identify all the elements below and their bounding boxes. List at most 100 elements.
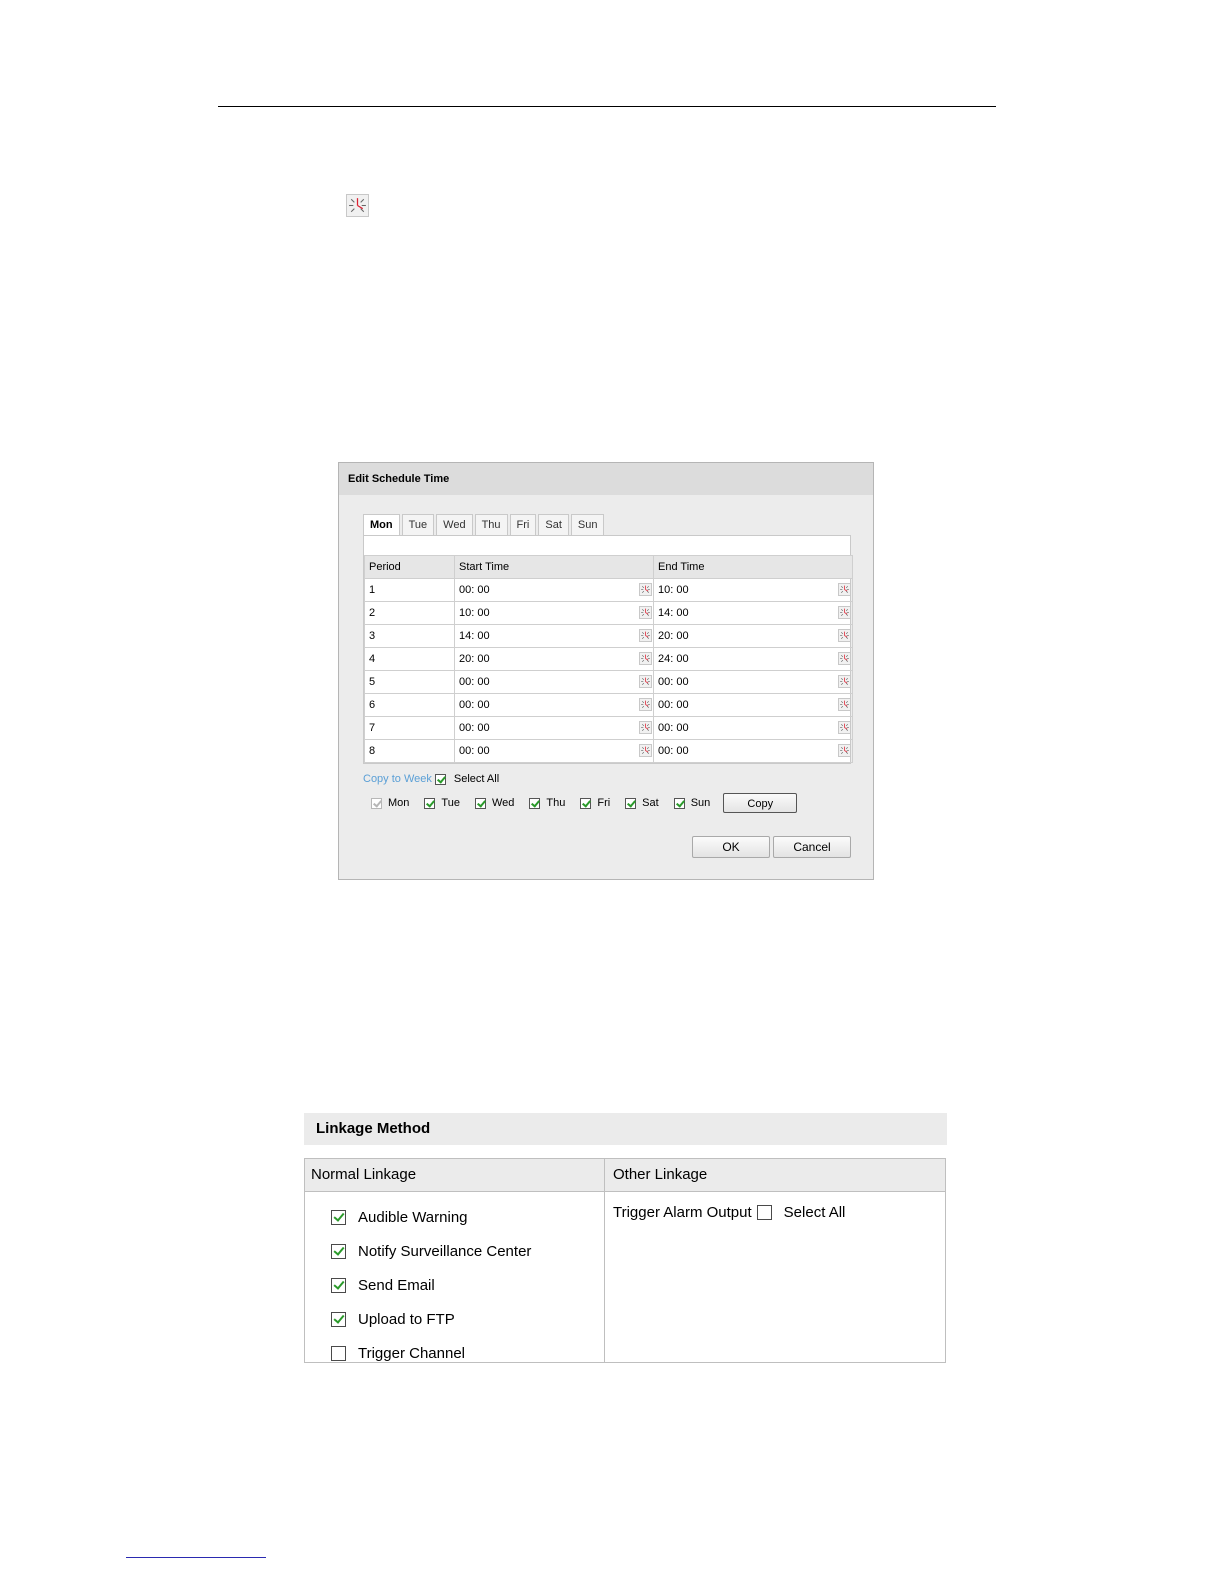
day-checkbox-wed[interactable] — [474, 797, 486, 809]
end-time-cell[interactable]: 00: 00 — [653, 670, 853, 694]
start-time-cell[interactable]: 00: 00 — [454, 578, 654, 602]
end-time-cell[interactable]: 20: 00 — [653, 624, 853, 648]
linkage-table: Normal Linkage Other Linkage Audible War… — [304, 1158, 946, 1363]
day-checkbox-thu[interactable] — [529, 797, 541, 809]
end-time-value: 00: 00 — [658, 745, 689, 757]
end-time-cell[interactable]: 00: 00 — [653, 716, 853, 740]
start-time-cell[interactable]: 00: 00 — [454, 693, 654, 717]
list-item: Send Email — [319, 1268, 604, 1302]
clock-icon[interactable] — [838, 629, 851, 642]
ok-button[interactable]: OK — [692, 836, 770, 858]
clock-icon[interactable] — [838, 606, 851, 619]
start-time-value: 00: 00 — [459, 722, 490, 734]
end-time-value: 00: 00 — [658, 676, 689, 688]
table-row: 2 10: 00 14: 00 — [364, 601, 853, 625]
tab-sat[interactable]: Sat — [538, 514, 569, 535]
start-time-value: 00: 00 — [459, 699, 490, 711]
start-time-cell[interactable]: 14: 00 — [454, 624, 654, 648]
period-cell: 8 — [364, 739, 455, 763]
clock-icon[interactable] — [639, 698, 652, 711]
column-header-start-time: Start Time — [454, 555, 654, 579]
copy-day-fri: Fri — [574, 797, 610, 809]
clock-icon[interactable] — [838, 652, 851, 665]
table-row: 1 00: 00 10: 00 — [364, 578, 853, 602]
tab-thu[interactable]: Thu — [474, 514, 508, 535]
clock-icon[interactable] — [838, 675, 851, 688]
end-time-cell[interactable]: 00: 00 — [653, 739, 853, 763]
clock-icon[interactable] — [639, 652, 652, 665]
linkage-checkbox[interactable] — [331, 1345, 346, 1361]
select-all-label: Select All — [453, 773, 500, 785]
end-time-value: 10: 00 — [658, 584, 689, 596]
end-time-cell[interactable]: 14: 00 — [653, 601, 853, 625]
start-time-cell[interactable]: 00: 00 — [454, 716, 654, 740]
day-checkbox-sun[interactable] — [673, 797, 685, 809]
tab-fri[interactable]: Fri — [509, 514, 537, 535]
start-time-cell[interactable]: 10: 00 — [454, 601, 654, 625]
end-time-value: 24: 00 — [658, 653, 689, 665]
clock-icon[interactable] — [639, 606, 652, 619]
schedule-panel: Period Start Time End Time 1 00: 00 10: 00… — [363, 535, 853, 764]
start-time-cell[interactable]: 00: 00 — [454, 739, 654, 763]
period-cell: 3 — [364, 624, 455, 648]
day-label: Sun — [690, 797, 711, 809]
tab-tue[interactable]: Tue — [401, 514, 435, 535]
linkage-checkbox[interactable] — [331, 1277, 346, 1293]
end-time-cell[interactable]: 24: 00 — [653, 647, 853, 671]
day-label: Sat — [642, 797, 659, 809]
table-row: 7 00: 00 00: 00 — [364, 716, 853, 740]
clock-icon[interactable] — [639, 629, 652, 642]
select-all-checkbox[interactable] — [434, 773, 446, 785]
copy-day-mon: Mon — [365, 797, 409, 809]
end-time-cell[interactable]: 10: 00 — [653, 578, 853, 602]
start-time-value: 20: 00 — [459, 653, 490, 665]
cancel-button[interactable]: Cancel — [773, 836, 851, 858]
linkage-checkbox[interactable] — [331, 1243, 346, 1259]
clock-icon[interactable] — [639, 675, 652, 688]
linkage-checkbox[interactable] — [331, 1311, 346, 1327]
start-time-cell[interactable]: 00: 00 — [454, 670, 654, 694]
tab-wed[interactable]: Wed — [436, 514, 473, 535]
period-cell: 4 — [364, 647, 455, 671]
clock-icon[interactable] — [639, 721, 652, 734]
copy-to-week-link[interactable]: Copy to Week — [363, 773, 432, 785]
start-time-value: 00: 00 — [459, 584, 490, 596]
clock-icon[interactable] — [838, 721, 851, 734]
end-time-cell[interactable]: 00: 00 — [653, 693, 853, 717]
normal-linkage-header: Normal Linkage — [305, 1159, 605, 1191]
linkage-checkbox[interactable] — [331, 1209, 346, 1225]
edit-schedule-dialog: Edit Schedule Time Mon Tue Wed Thu Fri Sat Sun… — [338, 462, 874, 880]
tab-sun[interactable]: Sun — [570, 514, 605, 535]
clock-icon[interactable] — [639, 744, 652, 757]
trigger-alarm-select-all-checkbox[interactable] — [756, 1205, 772, 1220]
column-header-end-time: End Time — [653, 555, 853, 579]
clock-icon[interactable] — [838, 744, 851, 757]
copy-day-sun: Sun — [668, 797, 711, 809]
list-item: Upload to FTP — [319, 1302, 604, 1336]
table-row: 6 00: 00 00: 00 — [364, 693, 853, 717]
copy-days-row: Mon Tue Wed Thu Fri Sat Sun Copy — [365, 793, 798, 813]
tab-mon[interactable]: Mon — [363, 514, 400, 535]
table-row: 4 20: 00 24: 00 — [364, 647, 853, 671]
copy-to-week-row: Copy to Week Select All — [363, 773, 499, 785]
start-time-cell[interactable]: 20: 00 — [454, 647, 654, 671]
clock-icon[interactable] — [838, 583, 851, 596]
day-label: Tue — [441, 797, 460, 809]
period-cell: 6 — [364, 693, 455, 717]
start-time-value: 00: 00 — [459, 676, 490, 688]
day-checkbox-fri[interactable] — [580, 797, 592, 809]
day-checkbox-sat[interactable] — [625, 797, 637, 809]
clock-icon[interactable] — [639, 583, 652, 596]
day-checkbox-tue[interactable] — [424, 797, 436, 809]
normal-linkage-list: Audible Warning Notify Surveillance Cente… — [305, 1192, 605, 1363]
linkage-label: Trigger Channel — [358, 1344, 465, 1362]
clock-icon[interactable] — [838, 698, 851, 711]
linkage-label: Notify Surveillance Center — [358, 1242, 532, 1260]
copy-button[interactable]: Copy — [723, 793, 798, 813]
copy-day-tue: Tue — [418, 797, 460, 809]
table-row: 3 14: 00 20: 00 — [364, 624, 853, 648]
start-time-value: 10: 00 — [459, 607, 490, 619]
table-row: 5 00: 00 00: 00 — [364, 670, 853, 694]
linkage-method-title: Linkage Method — [304, 1113, 947, 1145]
end-time-value: 14: 00 — [658, 607, 689, 619]
